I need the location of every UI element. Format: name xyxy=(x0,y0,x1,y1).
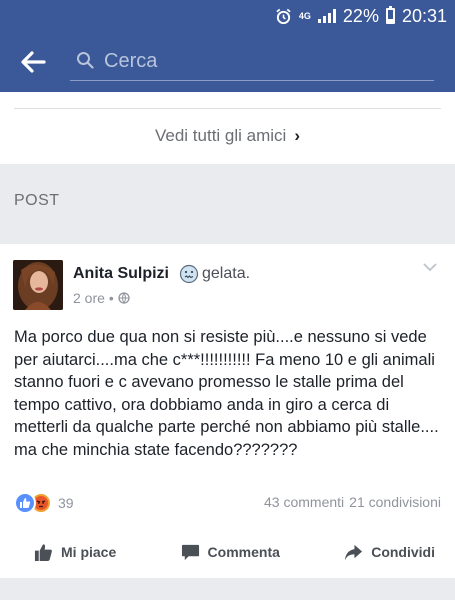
reactions-summary[interactable]: 39 xyxy=(14,492,74,514)
post-time[interactable]: 2 ore xyxy=(73,290,105,306)
clock: 20:31 xyxy=(401,5,447,26)
engagement-counts: 43 commenti 21 condivisioni xyxy=(264,494,441,510)
feeling-text: gelata. xyxy=(202,265,251,282)
post-actions: Mi piace Commenta Condividi xyxy=(0,534,455,570)
share-button[interactable]: Condividi xyxy=(344,534,435,570)
signal-icon xyxy=(317,9,336,23)
network-type: 4G xyxy=(298,10,311,21)
author-name[interactable]: Anita Sulpizi xyxy=(73,265,169,283)
comment-button[interactable]: Commenta xyxy=(181,534,280,570)
status-bar: 4G 22% 20:31 xyxy=(0,0,455,31)
like-button[interactable]: Mi piace xyxy=(34,534,116,570)
thumbs-up-icon xyxy=(34,543,52,561)
friends-section: Vedi tutti gli amici › xyxy=(0,92,455,164)
search-bar[interactable] xyxy=(70,41,434,81)
see-all-friends-link[interactable]: Vedi tutti gli amici › xyxy=(0,126,455,146)
back-button[interactable] xyxy=(18,48,48,76)
avatar-photo xyxy=(13,260,63,310)
reaction-count: 39 xyxy=(58,495,74,511)
like-reaction-icon xyxy=(14,492,36,514)
share-arrow-icon xyxy=(345,544,363,560)
avatar[interactable] xyxy=(13,260,63,310)
post-card: Anita Sulpizi gelata. 2 ore • Ma porco d… xyxy=(0,244,455,578)
app-bar xyxy=(0,31,455,92)
feed-divider xyxy=(0,578,455,600)
chevron-down-icon[interactable] xyxy=(423,262,437,272)
posts-section-header: POST xyxy=(0,164,455,244)
comment-label: Commenta xyxy=(207,544,280,560)
chevron-right-icon: › xyxy=(294,126,300,145)
post-text: Ma porco due qua non si resiste più....e… xyxy=(14,328,439,459)
search-input[interactable] xyxy=(104,46,424,76)
share-count[interactable]: 21 condivisioni xyxy=(349,494,441,510)
share-label: Condividi xyxy=(371,544,435,560)
battery-icon xyxy=(385,6,395,24)
comment-icon xyxy=(181,544,199,560)
post-meta: 2 ore • xyxy=(73,290,130,306)
arrow-left-icon xyxy=(21,51,46,73)
post-author-line: Anita Sulpizi gelata. xyxy=(73,264,250,284)
battery-percent: 22% xyxy=(342,5,379,26)
meta-separator: • xyxy=(108,290,114,306)
section-title: POST xyxy=(14,192,60,209)
divider xyxy=(14,108,441,109)
like-label: Mi piace xyxy=(61,544,117,560)
globe-icon xyxy=(118,292,130,304)
alarm-icon xyxy=(276,8,291,24)
see-all-friends-label: Vedi tutti gli amici xyxy=(154,126,287,145)
cold-face-icon xyxy=(179,264,199,284)
search-icon xyxy=(77,52,94,69)
comment-count[interactable]: 43 commenti xyxy=(264,494,344,510)
